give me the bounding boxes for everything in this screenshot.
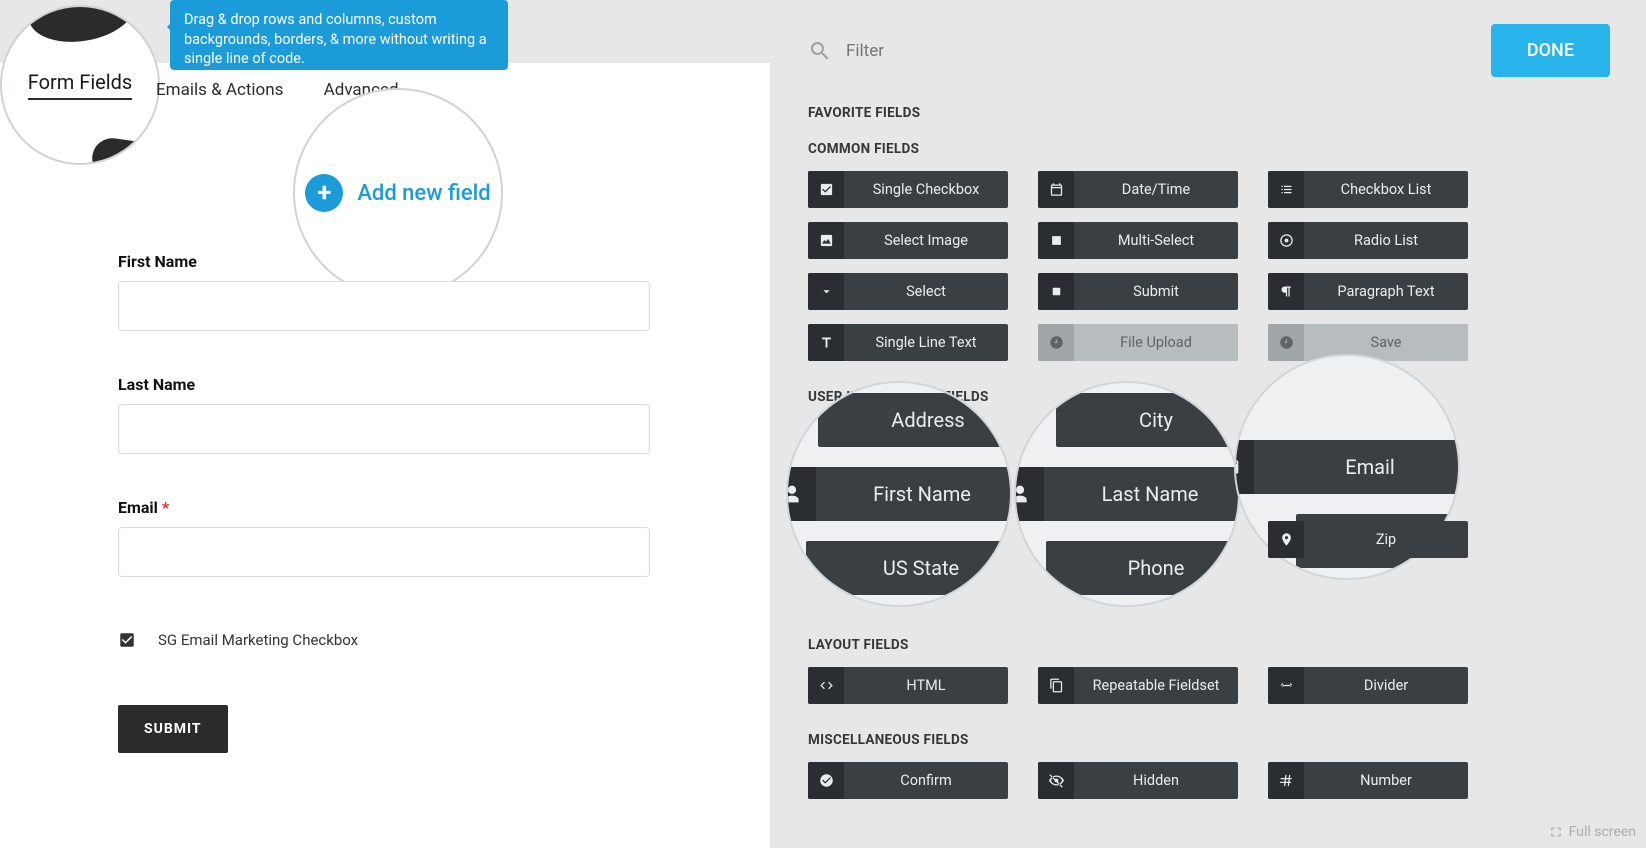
eye-off-icon <box>1038 762 1074 799</box>
checkbox-row[interactable]: SG Email Marketing Checkbox <box>118 631 650 649</box>
field-file-upload: File Upload <box>1038 324 1238 361</box>
heading-favorite: FAVORITE FIELDS <box>808 105 1610 121</box>
zoom-user-col2: City Last Name Phone <box>1014 381 1240 607</box>
field-submit[interactable]: Submit <box>1038 273 1238 310</box>
field-select[interactable]: Select <box>808 273 1008 310</box>
text-t-icon <box>808 324 844 361</box>
form-preview: First Name Last Name Email * SG Email Ma… <box>118 252 650 753</box>
field-phone-zoom[interactable]: Phone <box>1046 556 1240 580</box>
hr-icon <box>1268 667 1304 704</box>
label-email: Email * <box>118 498 650 517</box>
add-new-field-label[interactable]: Add new field <box>357 181 490 206</box>
image-icon <box>808 222 844 259</box>
heading-common: COMMON FIELDS <box>808 141 1610 157</box>
clock-icon <box>1268 324 1304 361</box>
user-icon <box>1014 467 1044 521</box>
field-date-time[interactable]: Date/Time <box>1038 171 1238 208</box>
stop-icon <box>1038 273 1074 310</box>
field-confirm[interactable]: Confirm <box>808 762 1008 799</box>
plus-icon[interactable]: + <box>305 174 343 212</box>
tab-emails-actions[interactable]: Emails & Actions <box>156 80 283 100</box>
label-last-name: Last Name <box>118 375 650 394</box>
field-repeatable-fieldset[interactable]: Repeatable Fieldset <box>1038 667 1238 704</box>
field-divider[interactable]: Divider <box>1268 667 1468 704</box>
field-select-image[interactable]: Select Image <box>808 222 1008 259</box>
heading-layout: LAYOUT FIELDS <box>808 637 1610 653</box>
input-first-name[interactable] <box>118 281 650 331</box>
expand-icon <box>1549 825 1563 839</box>
paragraph-icon <box>1268 273 1304 310</box>
field-single-checkbox[interactable]: Single Checkbox <box>808 171 1008 208</box>
field-last-name-zoom[interactable]: Last Name <box>1044 482 1240 506</box>
field-radio-list[interactable]: Radio List <box>1268 222 1468 259</box>
field-drawer: DONE FAVORITE FIELDS COMMON FIELDS Singl… <box>770 0 1646 848</box>
list-icon <box>1268 171 1304 208</box>
field-multi-select[interactable]: Multi-Select <box>1038 222 1238 259</box>
tooltip-callout: Drag & drop rows and columns, custom bac… <box>170 0 508 70</box>
field-us-state-zoom[interactable]: US State <box>806 556 1012 580</box>
field-single-line-text[interactable]: Single Line Text <box>808 324 1008 361</box>
chevron-icon <box>808 273 844 310</box>
input-last-name[interactable] <box>118 404 650 454</box>
field-paragraph-text[interactable]: Paragraph Text <box>1268 273 1468 310</box>
checkbox-label: SG Email Marketing Checkbox <box>158 631 358 649</box>
field-city-zoom[interactable]: City <box>1056 408 1240 432</box>
check-square-icon <box>808 171 844 208</box>
dot-circle-icon <box>1268 222 1304 259</box>
envelope-icon <box>1234 440 1254 494</box>
user-icon <box>786 467 816 521</box>
field-number[interactable]: Number <box>1268 762 1468 799</box>
submit-button[interactable]: SUBMIT <box>118 705 228 753</box>
filter-input[interactable] <box>846 41 1086 61</box>
check-circle-icon <box>808 762 844 799</box>
checkbox-icon <box>118 631 136 649</box>
search-icon <box>808 39 832 63</box>
field-hidden[interactable]: Hidden <box>1038 762 1238 799</box>
code-icon <box>808 667 844 704</box>
field-zip[interactable]: Zip <box>1268 521 1468 558</box>
field-first-name-zoom[interactable]: First Name <box>816 482 1012 506</box>
clock-icon <box>1038 324 1074 361</box>
zoom-user-col1: Address First Name US State <box>786 381 1012 607</box>
full-screen-link[interactable]: Full screen <box>1549 824 1636 840</box>
done-button[interactable]: DONE <box>1491 24 1610 77</box>
zoom-form-fields-tab: Form Fields <box>0 5 160 165</box>
field-checkbox-list[interactable]: Checkbox List <box>1268 171 1468 208</box>
field-email-zoom[interactable]: Email <box>1254 455 1460 479</box>
copy-icon <box>1038 667 1074 704</box>
field-html[interactable]: HTML <box>808 667 1008 704</box>
input-email[interactable] <box>118 527 650 577</box>
pin-icon <box>1268 521 1304 558</box>
tab-form-fields[interactable]: Form Fields <box>28 70 133 100</box>
label-first-name: First Name <box>118 252 650 271</box>
hash-icon <box>1268 762 1304 799</box>
calendar-icon <box>1038 171 1074 208</box>
square-icon <box>1038 222 1074 259</box>
heading-misc: MISCELLANEOUS FIELDS <box>808 732 1610 748</box>
field-address-zoom[interactable]: Address <box>818 408 1012 432</box>
